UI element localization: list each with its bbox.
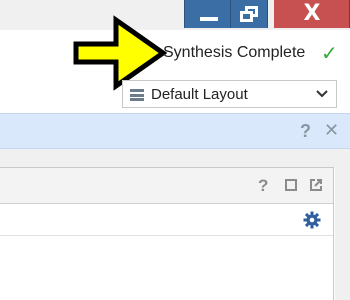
gear-icon[interactable] [303,211,321,229]
layout-dropdown[interactable]: Default Layout [122,80,337,108]
popout-icon[interactable] [309,178,323,192]
tool-panel-header: ? [0,168,333,204]
chevron-down-icon [316,90,328,98]
restore-button[interactable] [231,0,268,28]
panel-header-strip: ? ✕ [0,113,350,149]
title-bar: X [0,0,350,30]
app-window: X Synthesis Complete ✓ Default Layout ? … [0,0,350,300]
panel-restore-button[interactable] [285,179,297,191]
tool-panel: ? [0,167,334,300]
layout-icon [130,89,144,101]
panel-gap [0,149,350,167]
restore-window-icon [240,6,258,22]
tool-panel-toolbar [0,204,333,236]
close-button[interactable]: X [274,0,350,28]
layout-selected-value: Default Layout [151,86,248,103]
panel-help-button[interactable]: ? [258,176,268,196]
close-panel-button[interactable]: ✕ [324,120,339,141]
close-icon: X [303,1,321,26]
status-text: Synthesis Complete [163,44,306,61]
right-gutter [335,167,350,300]
help-button[interactable]: ? [300,121,311,142]
checkmark-icon: ✓ [321,41,338,65]
minimize-button[interactable] [184,0,231,28]
minimize-icon [200,17,218,21]
